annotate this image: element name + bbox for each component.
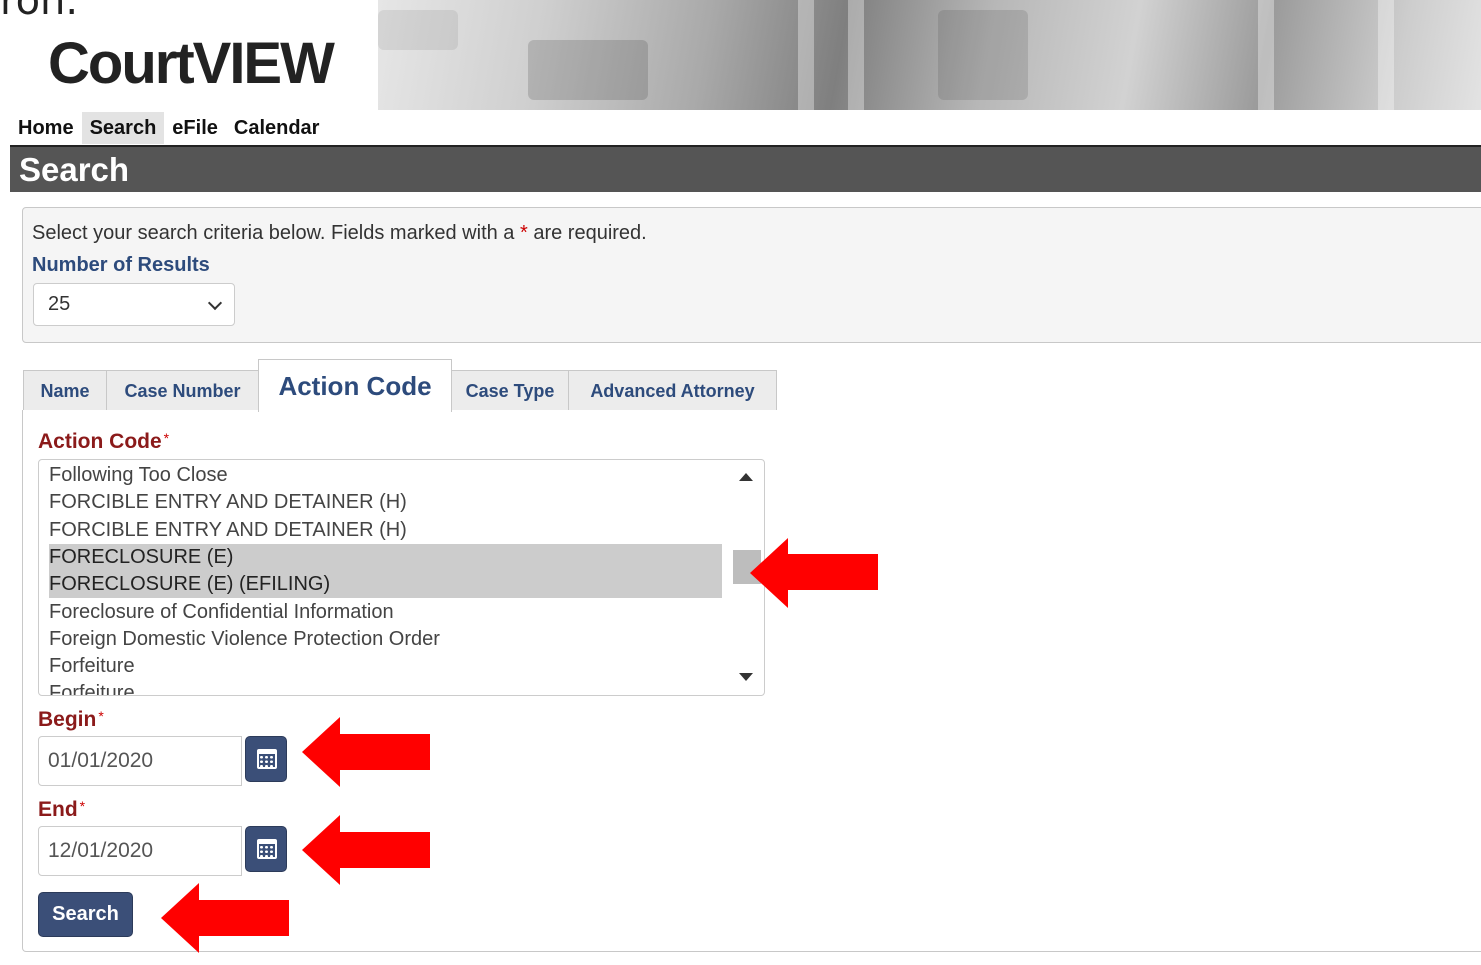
cut-off-text: ron. [0,0,79,24]
courtview-search-page: ron. CourtVIEW Home Search eFile Calenda… [0,0,1481,965]
tab-case-type[interactable]: Case Type [451,370,569,411]
required-star: * [163,430,170,446]
red-arrow-icon [750,538,880,608]
courtview-logo[interactable]: CourtVIEW [48,30,335,97]
scroll-down-arrow-icon[interactable] [739,673,753,681]
end-label-text: End [38,798,78,821]
logo-area: ron. CourtVIEW [0,0,378,110]
list-item[interactable]: Forfeiture [49,680,135,695]
page-title: Search [19,151,130,188]
list-item[interactable]: Foreign Domestic Violence Protection Ord… [49,626,440,653]
calendar-icon [257,839,277,859]
tab-name[interactable]: Name [23,370,107,411]
required-star: * [98,708,104,724]
number-of-results-label: Number of Results [32,254,210,276]
list-item-selected[interactable]: FORECLOSURE (E) [49,544,722,571]
begin-date-input[interactable]: 01/01/2020 [38,736,242,786]
required-star: * [79,798,86,814]
list-item-selected[interactable]: FORECLOSURE (E) (EFILING) [49,571,722,598]
required-star: * [519,222,528,244]
action-code-listbox[interactable]: Following Too Close FORCIBLE ENTRY AND D… [38,459,765,696]
criteria-panel: Select your search criteria below. Field… [22,207,1481,343]
search-button[interactable]: Search [38,892,133,937]
nav-calendar[interactable]: Calendar [226,112,328,144]
instructions-text: Select your search criteria below. Field… [32,222,520,244]
list-item[interactable]: Foreclosure of Confidential Information [49,599,394,626]
tab-advanced-attorney[interactable]: Advanced Attorney [568,370,777,411]
red-arrow-icon [302,815,432,885]
number-of-results-value: 25 [48,293,71,315]
red-arrow-icon [302,717,432,787]
nav-home[interactable]: Home [10,112,82,144]
tab-case-number[interactable]: Case Number [106,370,259,411]
list-item[interactable]: FORCIBLE ENTRY AND DETAINER (H) [49,517,407,544]
red-arrow-icon [161,883,291,953]
begin-calendar-button[interactable] [245,736,287,782]
list-item[interactable]: Following Too Close [49,462,228,489]
scroll-up-arrow-icon[interactable] [739,473,753,481]
instructions: Select your search criteria below. Field… [32,222,647,245]
page-title-bar: Search [10,145,1481,192]
instructions-text-end: are required. [527,222,647,244]
end-calendar-button[interactable] [245,826,287,872]
begin-label: Begin * [38,708,104,732]
nav-efile[interactable]: eFile [164,112,226,144]
begin-label-text: Begin [38,708,97,731]
end-label: End * [38,798,85,822]
end-date-input[interactable]: 12/01/2020 [38,826,242,876]
list-item[interactable]: Forfeiture [49,653,135,680]
list-item[interactable]: FORCIBLE ENTRY AND DETAINER (H) [49,489,407,516]
chevron-down-icon [207,295,223,311]
main-nav: Home Search eFile Calendar [10,112,327,144]
calendar-icon [257,749,277,769]
nav-search[interactable]: Search [81,112,165,144]
action-code-label: Action Code * [38,430,169,454]
tab-action-code[interactable]: Action Code [258,359,452,412]
action-code-label-text: Action Code [38,430,162,453]
header-banner-image [378,0,1481,110]
number-of-results-select[interactable]: 25 [33,283,235,326]
